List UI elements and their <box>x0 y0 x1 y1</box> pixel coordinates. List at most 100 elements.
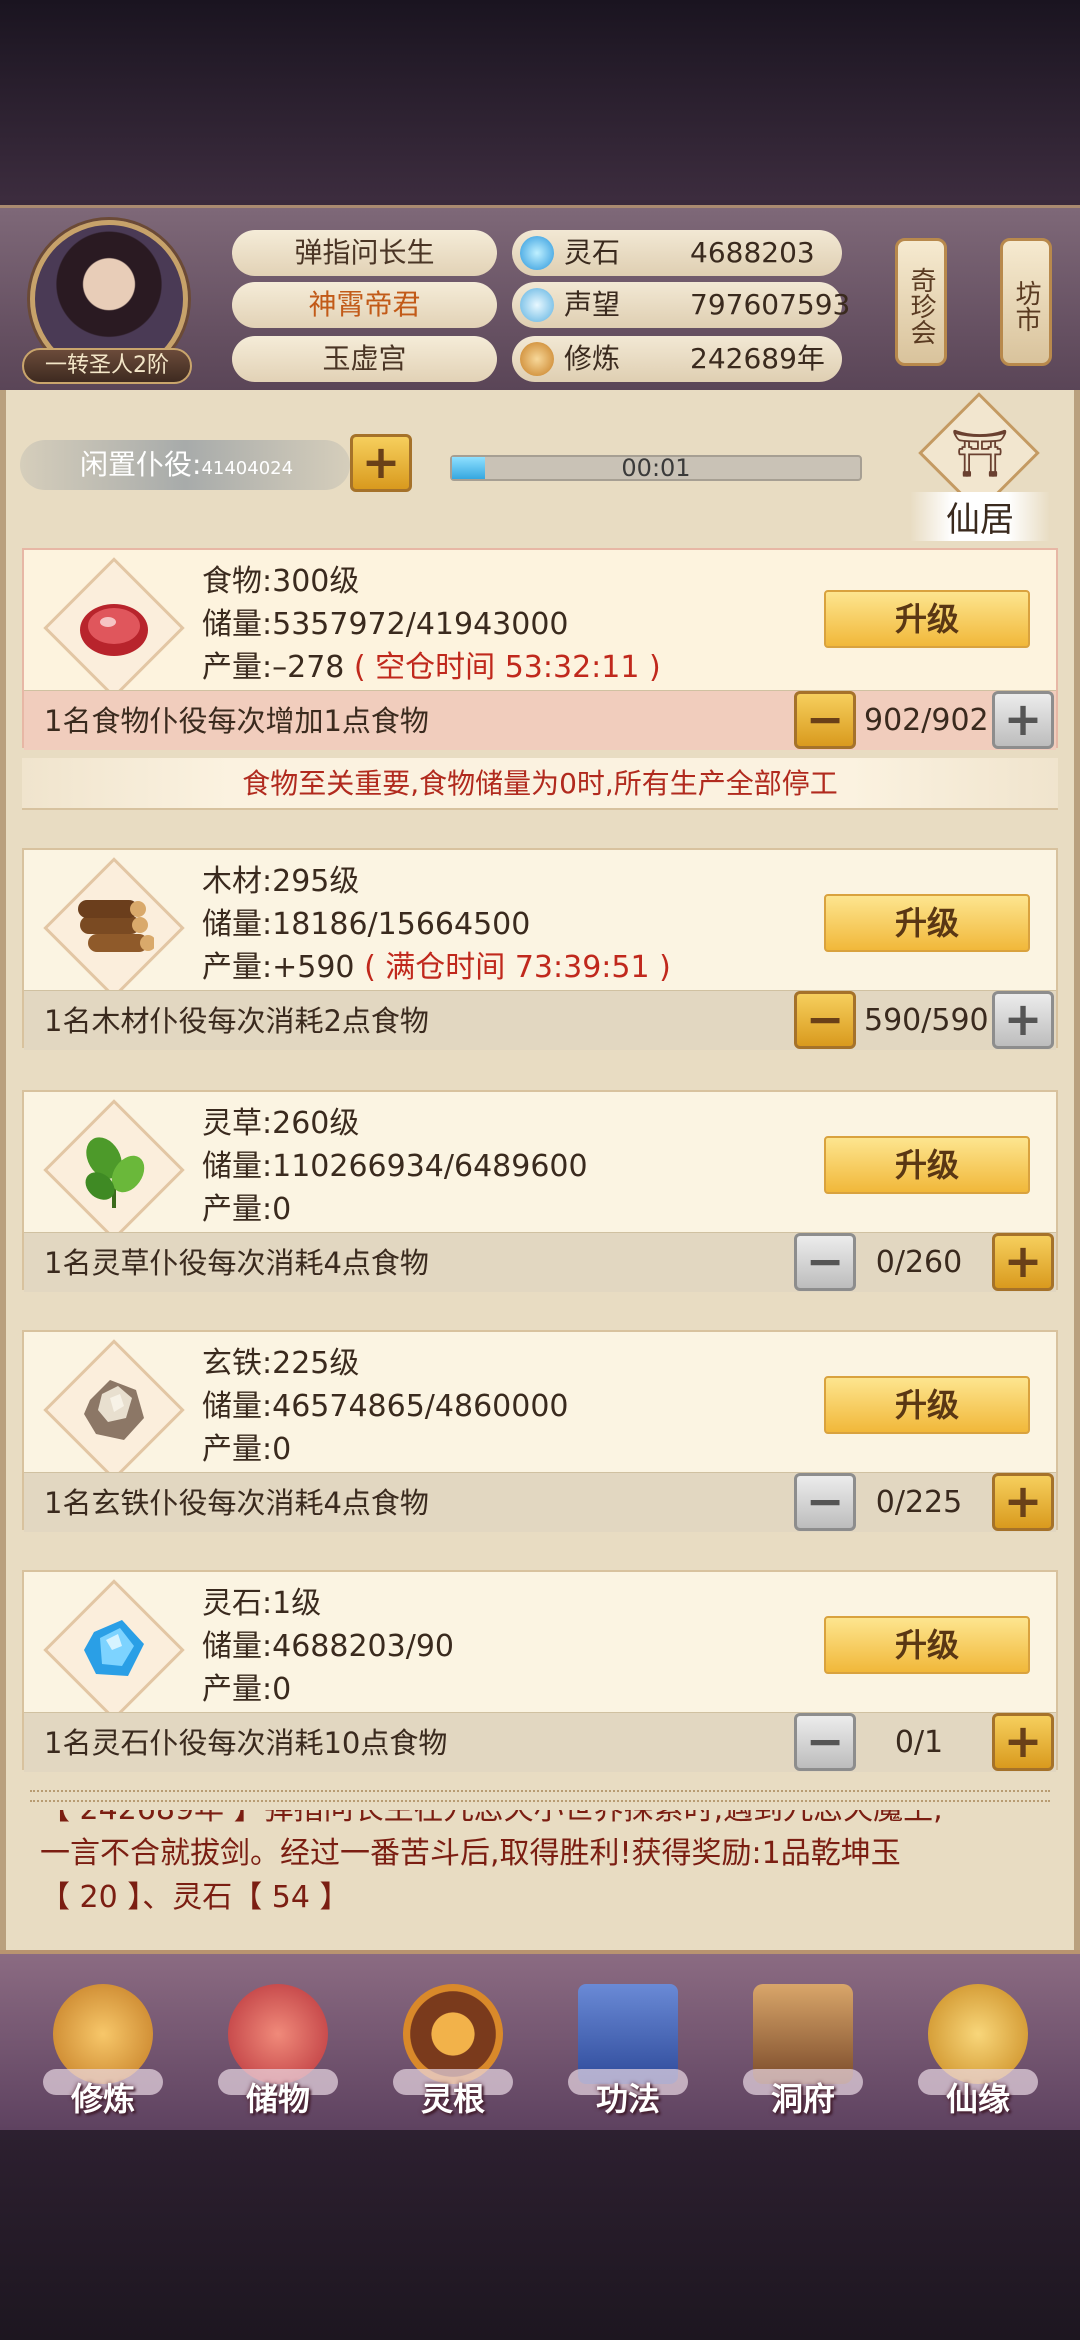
servant-count: 0/225 <box>875 1485 963 1520</box>
cultivation-resource: 修炼 242689年 <box>512 336 842 382</box>
card-note: ( 空仓时间 53:32:11 ) <box>353 650 661 685</box>
upgrade-button[interactable]: 升级 <box>824 1136 1030 1194</box>
spirit-stone-icon <box>520 236 554 270</box>
strip-text: 1名灵草仆役每次消耗4点食物 <box>44 1246 429 1280</box>
upgrade-button[interactable]: 升级 <box>824 590 1030 648</box>
card-info: 食物:300级 储量:5357972/41943000 产量:–278 ( 空仓… <box>202 560 661 689</box>
minus-button[interactable]: − <box>794 691 856 749</box>
resource-card-iron: 玄铁:225级 储量:46574865/4860000 产量:0 升级 1名玄铁… <box>22 1330 1058 1532</box>
card-strip: 1名食物仆役每次增加1点食物 − 902/902 + <box>24 690 1056 750</box>
card-info: 木材:295级 储量:18186/15664500 产量:+590 ( 满仓时间… <box>202 860 671 989</box>
plus-button[interactable]: + <box>992 1713 1054 1771</box>
plus-button[interactable]: + <box>992 1233 1054 1291</box>
card-output: 产量:0 <box>202 1432 292 1467</box>
plus-button[interactable]: + <box>992 991 1054 1049</box>
top-background <box>0 0 1080 200</box>
event-log[interactable]: 【 242689年 】弹指问长生在九忌天小世界探索时,遇到九忌天魔王, 一言不合… <box>40 1810 1030 1920</box>
minus-button[interactable]: − <box>794 1473 856 1531</box>
cultivation-icon <box>520 342 554 376</box>
player-name: 弹指问长生 <box>232 230 497 276</box>
nav-label: 修炼 <box>70 2080 135 2118</box>
idle-label: 闲置仆役: <box>80 448 202 481</box>
card-storage: 储量:4688203/90 <box>202 1629 454 1664</box>
herb-icon <box>43 1099 185 1241</box>
log-divider <box>30 1790 1050 1802</box>
upgrade-button[interactable]: 升级 <box>824 894 1030 952</box>
timer-text: 00:01 <box>621 454 691 482</box>
pavilion-icon: ⛩ <box>950 426 1010 480</box>
wood-logs-icon <box>43 857 185 999</box>
xianju-label: 仙居 <box>910 492 1050 541</box>
resource-card-stone: 灵石:1级 储量:4688203/90 产量:0 升级 1名灵石仆役每次消耗10… <box>22 1570 1058 1772</box>
resource-value: 242689年 <box>690 342 825 375</box>
minus-button[interactable]: − <box>794 1233 856 1291</box>
card-level: 灵草:260级 <box>202 1106 360 1141</box>
card-strip: 1名灵草仆役每次消耗4点食物 − 0/260 + <box>24 1232 1056 1292</box>
card-strip: 1名玄铁仆役每次消耗4点食物 − 0/225 + <box>24 1472 1056 1532</box>
qizhenhui-button[interactable]: 奇珍会 <box>895 238 947 366</box>
resource-label: 声望 <box>564 288 621 321</box>
log-line: 一言不合就拔剑。经过一番苦斗后,取得胜利!获得奖励:1品乾坤玉 <box>40 1836 901 1871</box>
nav-label: 储物 <box>245 2080 310 2118</box>
card-output: 产量:0 <box>202 1192 292 1227</box>
servant-count: 590/590 <box>864 1003 989 1038</box>
fangshi-button[interactable]: 坊市 <box>1000 238 1052 366</box>
plus-button[interactable]: + <box>992 691 1054 749</box>
nav-storage[interactable]: 储物 <box>203 1974 353 2124</box>
resource-value: 4688203 <box>690 236 815 269</box>
minus-button[interactable]: − <box>794 1713 856 1771</box>
idle-servants: 闲置仆役:41404024 <box>20 440 350 490</box>
card-info: 灵石:1级 储量:4688203/90 产量:0 <box>202 1582 454 1711</box>
resource-value: 797607593 <box>690 288 851 321</box>
card-storage: 储量:18186/15664500 <box>202 907 531 942</box>
add-servant-button[interactable]: + <box>350 434 412 492</box>
card-strip: 1名灵石仆役每次消耗10点食物 − 0/1 + <box>24 1712 1056 1772</box>
card-info: 灵草:260级 储量:110266934/6489600 产量:0 <box>202 1102 588 1231</box>
card-strip: 1名木材仆役每次消耗2点食物 − 590/590 + <box>24 990 1056 1050</box>
strip-text: 1名食物仆役每次增加1点食物 <box>44 704 429 738</box>
card-storage: 储量:46574865/4860000 <box>202 1389 569 1424</box>
meat-icon <box>43 557 185 699</box>
minus-button[interactable]: − <box>794 991 856 1049</box>
nav-fate[interactable]: 仙缘 <box>903 1974 1053 2124</box>
nav-cultivate[interactable]: 修炼 <box>28 1974 178 2124</box>
servant-count: 0/260 <box>875 1245 963 1280</box>
nav-spirit-root[interactable]: 灵根 <box>378 1974 528 2124</box>
servant-count: 0/1 <box>894 1725 944 1760</box>
nav-label: 功法 <box>595 2080 660 2118</box>
servant-count: 902/902 <box>864 703 989 738</box>
idle-count: 41404024 <box>201 458 294 479</box>
resource-card-herb: 灵草:260级 储量:110266934/6489600 产量:0 升级 1名灵… <box>22 1090 1058 1292</box>
card-level: 食物:300级 <box>202 564 360 599</box>
resource-card-wood: 木材:295级 储量:18186/15664500 产量:+590 ( 满仓时间… <box>22 848 1058 1050</box>
card-output: 产量:0 <box>202 1672 292 1707</box>
card-storage: 储量:5357972/41943000 <box>202 607 569 642</box>
timer-bar: 00:01 <box>450 455 862 481</box>
upgrade-button[interactable]: 升级 <box>824 1376 1030 1434</box>
player-title[interactable]: 神霄帝君 <box>232 282 497 328</box>
card-level: 木材:295级 <box>202 864 360 899</box>
card-info: 玄铁:225级 储量:46574865/4860000 产量:0 <box>202 1342 569 1471</box>
xianju-button[interactable]: ⛩ 仙居 <box>910 392 1050 541</box>
nav-label: 灵根 <box>420 2080 485 2118</box>
crystal-icon <box>43 1579 185 1721</box>
plus-button[interactable]: + <box>992 1473 1054 1531</box>
card-level: 玄铁:225级 <box>202 1346 360 1381</box>
strip-text: 1名玄铁仆役每次消耗4点食物 <box>44 1486 429 1520</box>
player-sect: 玉虚宫 <box>232 336 497 382</box>
nav-label: 仙缘 <box>945 2080 1010 2118</box>
card-output: 产量:–278 ( 空仓时间 53:32:11 ) <box>202 650 661 685</box>
strip-text: 1名灵石仆役每次消耗10点食物 <box>44 1726 448 1760</box>
resource-card-food: 食物:300级 储量:5357972/41943000 产量:–278 ( 空仓… <box>22 548 1058 750</box>
ore-icon <box>43 1339 185 1481</box>
card-level: 灵石:1级 <box>202 1586 322 1621</box>
strip-text: 1名木材仆役每次消耗2点食物 <box>44 1004 429 1038</box>
nav-technique[interactable]: 功法 <box>553 1974 703 2124</box>
resource-label: 修炼 <box>564 342 621 375</box>
spirit-stone-resource: 灵石 4688203 <box>512 230 842 276</box>
prestige-icon <box>520 288 554 322</box>
log-line: 【 20 】、灵石【 54 】 <box>40 1880 350 1915</box>
upgrade-button[interactable]: 升级 <box>824 1616 1030 1674</box>
rank-label: 一转圣人2阶 <box>22 348 192 384</box>
nav-cave[interactable]: 洞府 <box>728 1974 878 2124</box>
